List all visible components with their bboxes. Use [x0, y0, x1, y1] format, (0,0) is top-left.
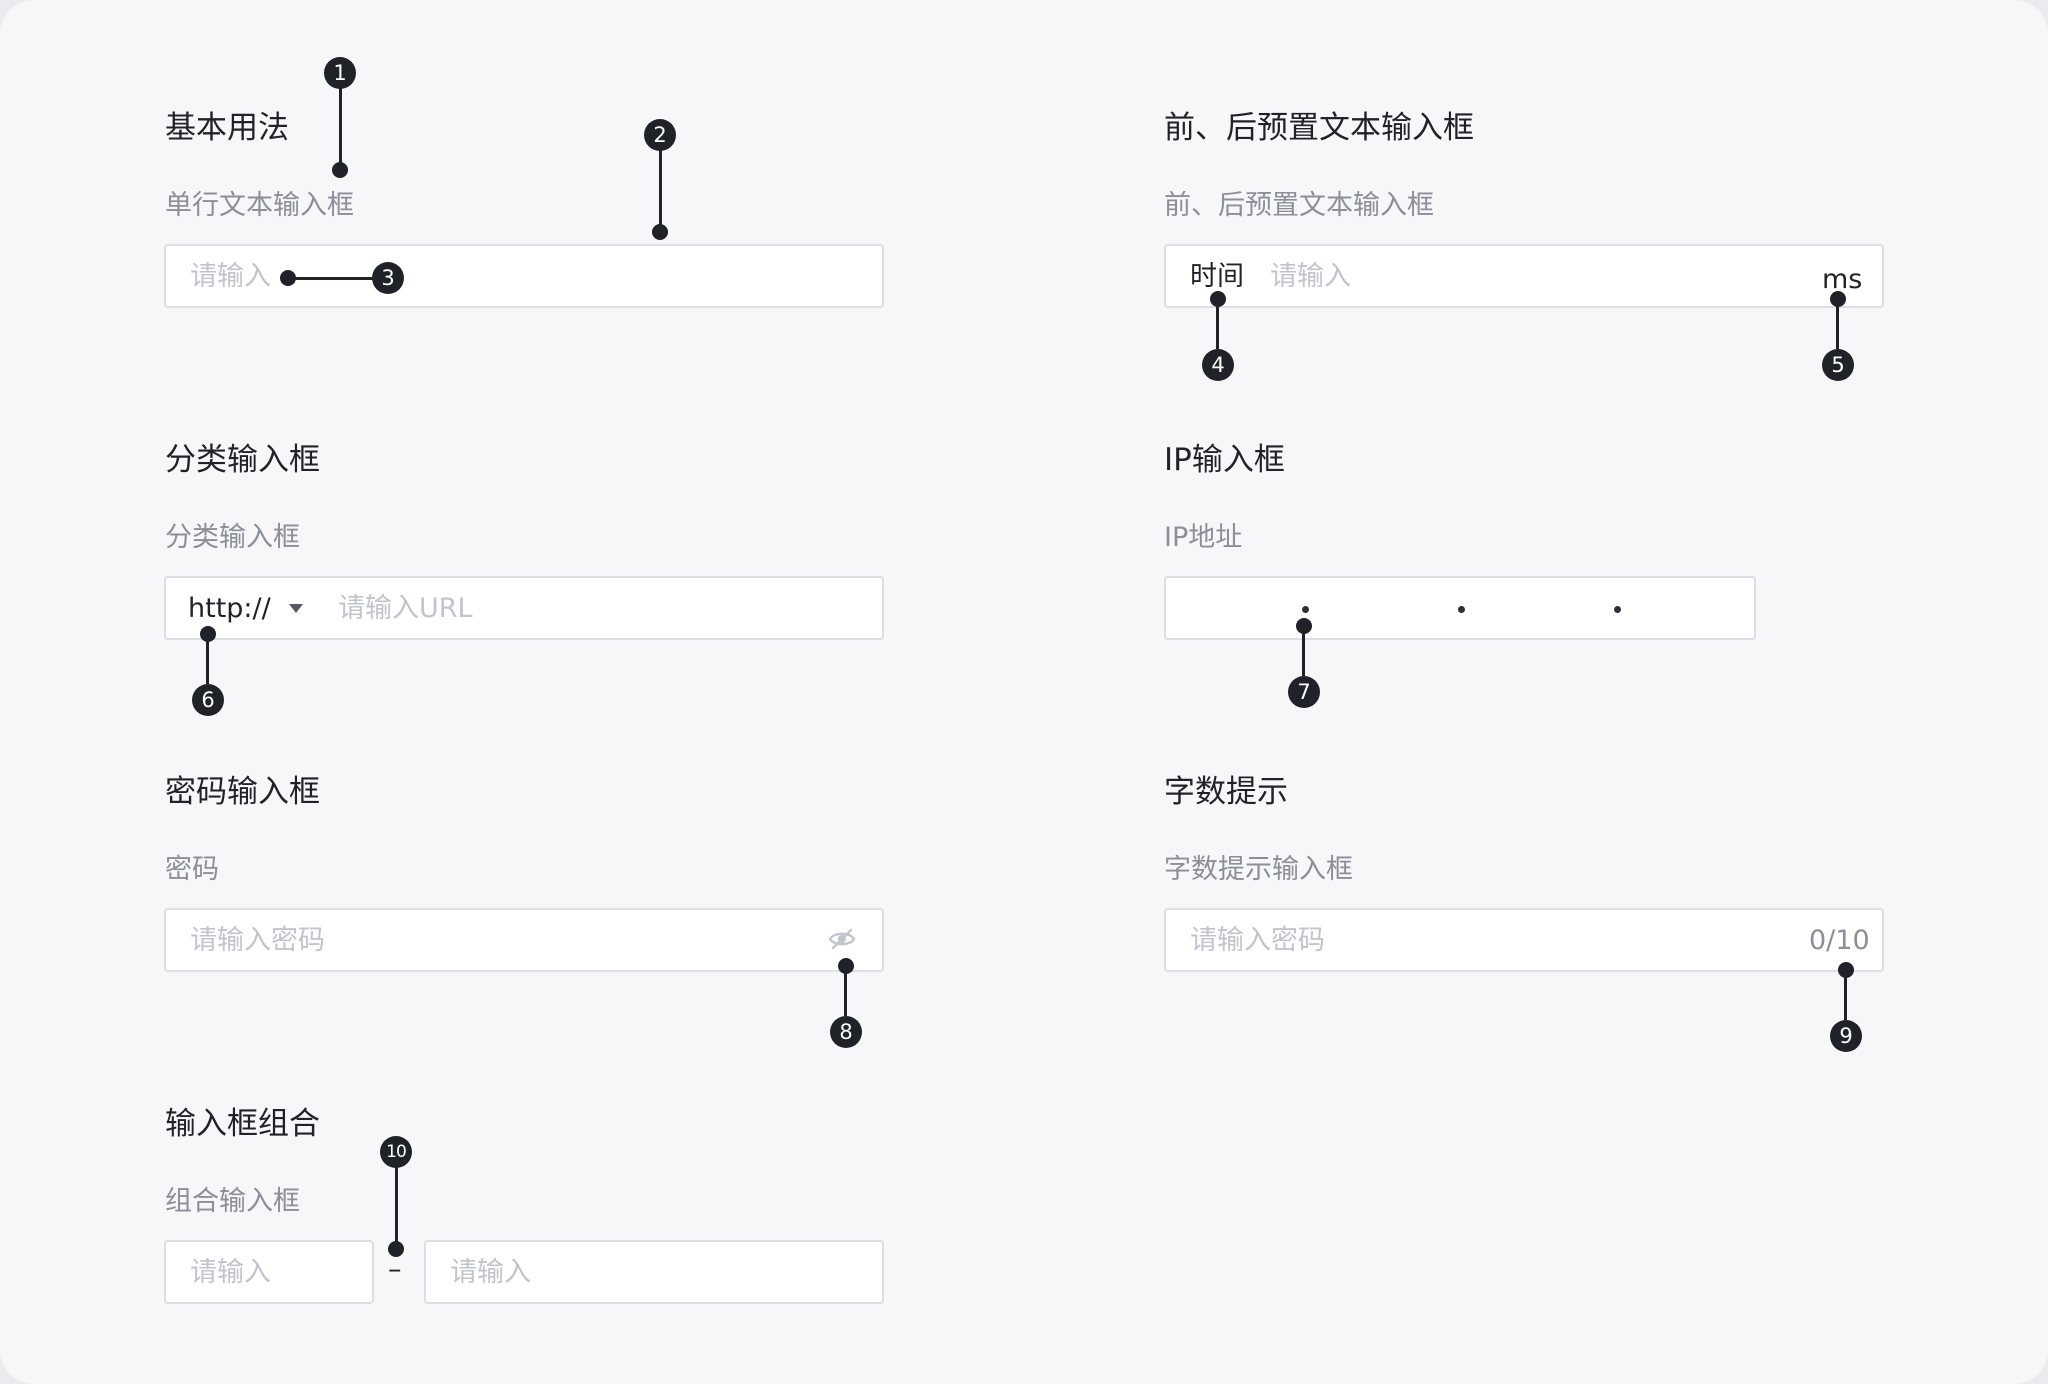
section-title-ip: IP输入框 [1164, 442, 1285, 478]
callout-badge-7: 7 [1288, 676, 1320, 708]
group-end-input[interactable]: 请输入 [424, 1240, 884, 1304]
group-start-input[interactable]: 请输入 [164, 1240, 374, 1304]
group-end-placeholder: 请输入 [450, 1257, 531, 1288]
callout-line-8 [844, 966, 847, 1016]
field-label-count: 字数提示输入框 [1164, 854, 1353, 885]
affix-text-input[interactable]: 时间 请输入 ms [1164, 244, 1884, 308]
field-label-password: 密码 [165, 854, 219, 885]
callout-badge-10: 10 [380, 1136, 412, 1168]
protocol-select-value: http:// [188, 593, 271, 624]
ip-octet-2[interactable] [1312, 578, 1458, 638]
ip-separator-dot [1614, 606, 1621, 613]
field-label-category: 分类输入框 [165, 522, 300, 553]
callout-badge-2: 2 [644, 119, 676, 151]
field-label-ip: IP地址 [1164, 522, 1243, 553]
callout-dot-10 [388, 1241, 404, 1257]
callout-dot-2 [652, 224, 668, 240]
basic-text-input[interactable]: 请输入 [164, 244, 884, 308]
callout-badge-9: 9 [1830, 1020, 1862, 1052]
group-start-placeholder: 请输入 [190, 1257, 271, 1288]
callout-line-10 [395, 1167, 398, 1247]
protocol-select[interactable]: http:// [166, 578, 316, 638]
count-input-placeholder: 请输入密码 [1190, 925, 1325, 956]
callout-line-6 [206, 634, 209, 684]
callout-line-2 [659, 150, 662, 232]
ip-separator-dot [1458, 606, 1465, 613]
password-input[interactable]: 请输入密码 [164, 908, 884, 972]
url-input-placeholder: 请输入URL [338, 593, 473, 624]
callout-badge-3: 3 [372, 262, 404, 294]
callout-line-4 [1216, 299, 1219, 349]
section-title-basic: 基本用法 [165, 110, 289, 146]
callout-badge-6: 6 [192, 684, 224, 716]
canvas: 基本用法 单行文本输入框 请输入 前、后预置文本输入框 前、后预置文本输入框 时… [0, 0, 2048, 1384]
callout-line-5 [1836, 299, 1839, 349]
callout-badge-8: 8 [830, 1016, 862, 1048]
password-input-placeholder: 请输入密码 [190, 925, 325, 956]
word-count-input[interactable]: 请输入密码 0/10 [1164, 908, 1884, 972]
callout-badge-5: 5 [1822, 349, 1854, 381]
section-title-count: 字数提示 [1164, 774, 1288, 810]
callout-line-7 [1302, 626, 1305, 676]
section-title-category: 分类输入框 [165, 442, 320, 478]
input-suffix-text: ms [1822, 264, 1863, 295]
eye-off-icon[interactable] [828, 927, 856, 951]
ip-octet-3[interactable] [1468, 578, 1614, 638]
callout-dot-1 [332, 162, 348, 178]
callout-line-3 [290, 277, 374, 280]
affix-input-placeholder: 请输入 [1270, 261, 1351, 292]
section-title-password: 密码输入框 [165, 774, 320, 810]
ip-separator-dot [1302, 606, 1309, 613]
chevron-down-icon [289, 604, 303, 613]
ip-octet-1[interactable] [1166, 578, 1302, 638]
ip-address-input[interactable] [1164, 576, 1756, 640]
character-counter: 0/10 [1809, 925, 1870, 956]
basic-input-placeholder: 请输入 [190, 261, 271, 292]
field-label-basic: 单行文本输入框 [165, 190, 354, 221]
category-input[interactable]: http:// 请输入URL [164, 576, 884, 640]
callout-line-1 [339, 88, 342, 170]
section-title-affix: 前、后预置文本输入框 [1164, 110, 1474, 146]
group-separator: – [388, 1254, 402, 1285]
field-label-group: 组合输入框 [165, 1186, 300, 1217]
section-title-group: 输入框组合 [165, 1106, 320, 1142]
ip-octet-4[interactable] [1624, 578, 1754, 638]
callout-badge-1: 1 [324, 57, 356, 89]
callout-line-9 [1844, 970, 1847, 1020]
input-prefix-text: 时间 [1190, 261, 1244, 292]
field-label-affix: 前、后预置文本输入框 [1164, 190, 1434, 221]
callout-badge-4: 4 [1202, 349, 1234, 381]
